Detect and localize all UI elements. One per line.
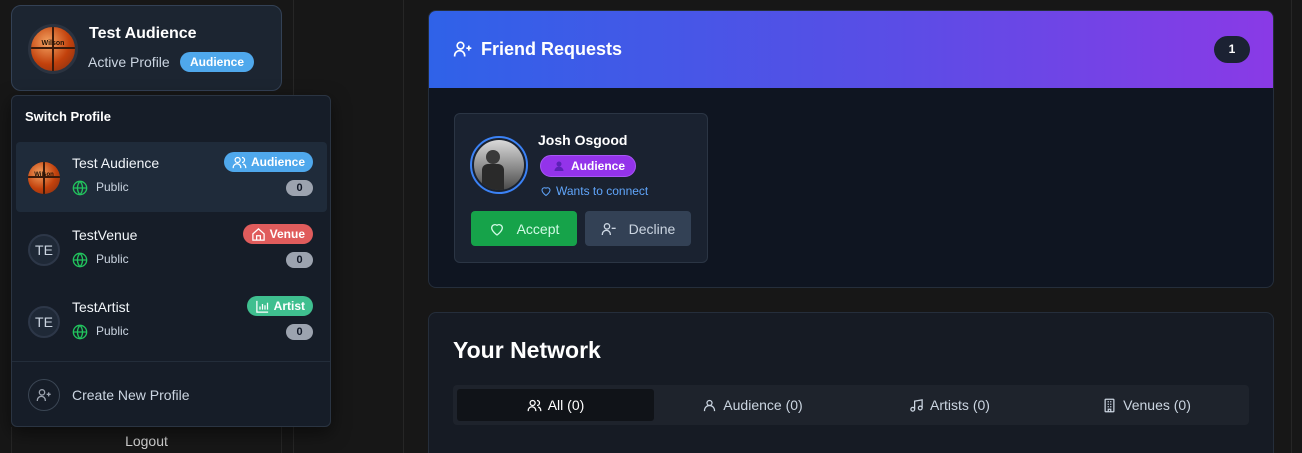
globe-icon xyxy=(72,252,88,268)
tab-label: Artists (0) xyxy=(930,397,990,413)
tab-venues[interactable]: Venues (0) xyxy=(1048,389,1245,421)
network-title: Your Network xyxy=(453,337,601,363)
request-message-text: Wants to connect xyxy=(556,184,649,198)
profile-count-badge: 0 xyxy=(286,252,313,268)
divider xyxy=(12,361,330,362)
active-profile-name: Test Audience xyxy=(89,25,197,42)
building-icon xyxy=(1104,398,1115,412)
decline-button[interactable]: Decline xyxy=(585,211,691,246)
user-icon xyxy=(704,399,716,411)
users-icon xyxy=(527,399,542,411)
friend-requests-count: 1 xyxy=(1214,36,1250,63)
logout-button[interactable]: Logout xyxy=(11,427,282,453)
home-icon xyxy=(251,227,265,241)
profile-type-badge: Venue xyxy=(242,224,313,244)
profile-avatar: TE xyxy=(28,306,60,338)
profile-visibility: Public xyxy=(96,324,129,338)
friend-requests-card: Friend Requests 1 Josh Osgood Audience W… xyxy=(428,10,1274,288)
network-card: Your Network All (0) Audience (0) Artist… xyxy=(428,312,1274,453)
active-profile-label: Active Profile xyxy=(88,54,170,70)
profile-type-label: Audience xyxy=(250,155,305,169)
profile-avatar: TE xyxy=(28,234,60,266)
requester-name[interactable]: Josh Osgood xyxy=(538,132,627,148)
create-profile-label: Create New Profile xyxy=(72,387,190,403)
requester-type-badge: Audience xyxy=(540,155,637,177)
globe-icon xyxy=(72,180,88,196)
profile-visibility: Public xyxy=(96,252,129,266)
switcher-title: Switch Profile xyxy=(25,109,111,124)
column-divider xyxy=(403,0,404,453)
tab-artists[interactable]: Artists (0) xyxy=(851,389,1048,421)
bar-chart-icon xyxy=(255,300,268,313)
tab-label: Venues (0) xyxy=(1123,397,1191,413)
user-minus-icon xyxy=(601,222,616,235)
profile-switcher-dropdown: Switch Profile Wilson Test Audience Publ… xyxy=(11,95,331,427)
accept-label: Accept xyxy=(516,220,560,237)
tab-label: All (0) xyxy=(547,397,585,413)
request-message: Wants to connect xyxy=(540,184,648,198)
profile-type-label: Artist xyxy=(273,299,305,313)
friend-requests-header: Friend Requests 1 xyxy=(429,11,1273,88)
tab-label: Audience (0) xyxy=(723,397,803,413)
heart-icon xyxy=(541,187,551,197)
profile-visibility: Public xyxy=(96,180,129,194)
active-profile-card[interactable]: Wilson Test Audience Active Profile Audi… xyxy=(11,5,282,91)
decline-label: Decline xyxy=(628,220,676,237)
requester-type-label: Audience xyxy=(571,159,626,173)
requester-avatar[interactable] xyxy=(470,136,528,194)
network-tabs: All (0) Audience (0) Artists (0) Venues … xyxy=(453,385,1249,425)
profile-count-badge: 0 xyxy=(286,324,313,340)
avatar-logo-text: Wilson xyxy=(34,171,54,178)
profile-type-label: Venue xyxy=(269,227,305,241)
user-icon xyxy=(554,161,564,171)
user-plus-icon xyxy=(453,41,472,57)
profile-name: TestVenue xyxy=(72,227,138,243)
profile-type-badge: Audience xyxy=(180,52,255,72)
profile-count-badge: 0 xyxy=(286,180,313,196)
profile-name: TestArtist xyxy=(72,299,130,315)
profile-option-testartist[interactable]: TE TestArtist Public Artist 0 xyxy=(16,286,327,356)
tab-audience[interactable]: Audience (0) xyxy=(654,389,851,421)
friend-requests-title: Friend Requests xyxy=(481,39,623,59)
create-profile-button[interactable]: Create New Profile xyxy=(16,370,327,420)
profile-option-testvenue[interactable]: TE TestVenue Public Venue 0 xyxy=(16,214,327,284)
accept-button[interactable]: Accept xyxy=(471,211,577,246)
users-icon xyxy=(232,156,247,168)
requester-photo xyxy=(474,140,524,190)
profile-avatar: Wilson xyxy=(28,162,60,194)
profile-name: Test Audience xyxy=(72,155,160,171)
music-icon xyxy=(910,398,923,412)
right-divider xyxy=(1291,0,1292,453)
profile-type-badge: Artist xyxy=(246,296,313,316)
profile-type-badge: Audience xyxy=(223,152,313,172)
profile-option-test-audience[interactable]: Wilson Test Audience Public Audience 0 xyxy=(16,142,327,212)
profile-avatar: Wilson xyxy=(28,24,78,74)
tab-all[interactable]: All (0) xyxy=(457,389,654,421)
avatar-logo-text: Wilson xyxy=(41,40,65,48)
user-plus-icon xyxy=(28,379,60,411)
globe-icon xyxy=(72,324,88,340)
friend-request-item: Josh Osgood Audience Wants to connect Ac… xyxy=(454,113,708,263)
heart-icon xyxy=(490,223,503,236)
